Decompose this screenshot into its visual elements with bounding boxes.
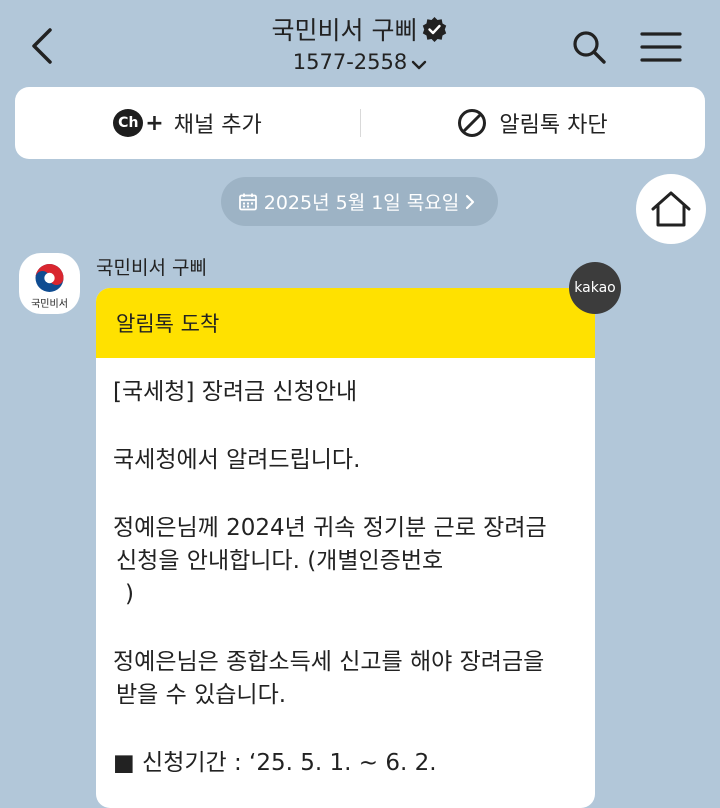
block-icon	[458, 109, 487, 137]
channel-action-bar: Ch + 채널 추가 알림톡 차단	[15, 87, 705, 159]
search-icon[interactable]	[570, 28, 608, 66]
bubble-body: [국세청] 장려금 신청안내 국세청에서 알려드립니다. 정예은님께 2024년…	[96, 358, 595, 780]
block-alimtalk-label: 알림톡 차단	[499, 113, 608, 138]
bubble-header: 알림톡 도착	[96, 288, 595, 358]
message-line: 신청을 안내합니다. (개별인증번호	[116, 548, 444, 574]
message-paragraph: 정예은님은 종합소득세 신고를 해야 장려금을 받을 수 있습니다.	[113, 646, 575, 712]
chat-title-area[interactable]: 국민비서 구삐 1577-2558	[0, 14, 720, 76]
bubble-header-label: 알림톡 도착	[116, 312, 220, 336]
block-alimtalk-button[interactable]: 알림톡 차단	[360, 87, 705, 159]
chevron-right-icon	[466, 194, 475, 209]
add-channel-button[interactable]: Ch + 채널 추가	[15, 87, 360, 159]
message-line: 받을 수 있습니다.	[116, 682, 287, 708]
message-paragraph: 정예은님께 2024년 귀속 정기분 근로 장려금 신청을 안내합니다. (개별…	[113, 512, 575, 611]
chat-header: 국민비서 구삐 1577-2558	[0, 0, 720, 85]
sender-name: 국민비서 구삐	[96, 257, 207, 279]
verified-badge-icon	[421, 16, 448, 43]
hamburger-menu-icon[interactable]	[640, 30, 682, 64]
message-line: 국세청에서 알려드립니다.	[113, 447, 361, 473]
add-channel-label: 채널 추가	[173, 113, 262, 138]
alimtalk-message-bubble[interactable]: 알림톡 도착 [국세청] 장려금 신청안내 국세청에서 알려드립니다. 정예은님…	[96, 288, 595, 808]
message-line: 정예은님은 종합소득세 신고를 해야 장려금을	[113, 649, 545, 675]
date-label: 2025년 5월 1일 목요일	[263, 192, 460, 214]
message-line: 정예은님께 2024년 귀속 정기분 근로 장려금	[113, 515, 547, 541]
avatar-label: 국민비서	[31, 299, 68, 310]
sender-avatar[interactable]: 국민비서	[19, 253, 80, 314]
kakao-badge: kakao	[569, 262, 621, 314]
calendar-icon	[238, 193, 257, 210]
kakao-badge-label: kakao	[574, 280, 616, 296]
chevron-down-icon	[412, 60, 427, 70]
message-line: )	[125, 581, 134, 607]
message-line: ■ 신청기간 : ‘25. 5. 1. ~ 6. 2.	[113, 750, 437, 776]
plus-icon: +	[145, 110, 164, 136]
date-divider[interactable]: 2025년 5월 1일 목요일	[221, 177, 498, 226]
home-icon	[651, 191, 691, 227]
chat-title: 국민비서 구삐	[271, 16, 418, 45]
channel-icon: Ch	[113, 109, 144, 137]
message-line: [국세청] 장려금 신청안내	[113, 379, 358, 405]
chat-phone-number: 1577-2558	[292, 50, 408, 74]
home-button[interactable]	[636, 174, 706, 244]
channel-icon-label: Ch	[118, 115, 139, 131]
